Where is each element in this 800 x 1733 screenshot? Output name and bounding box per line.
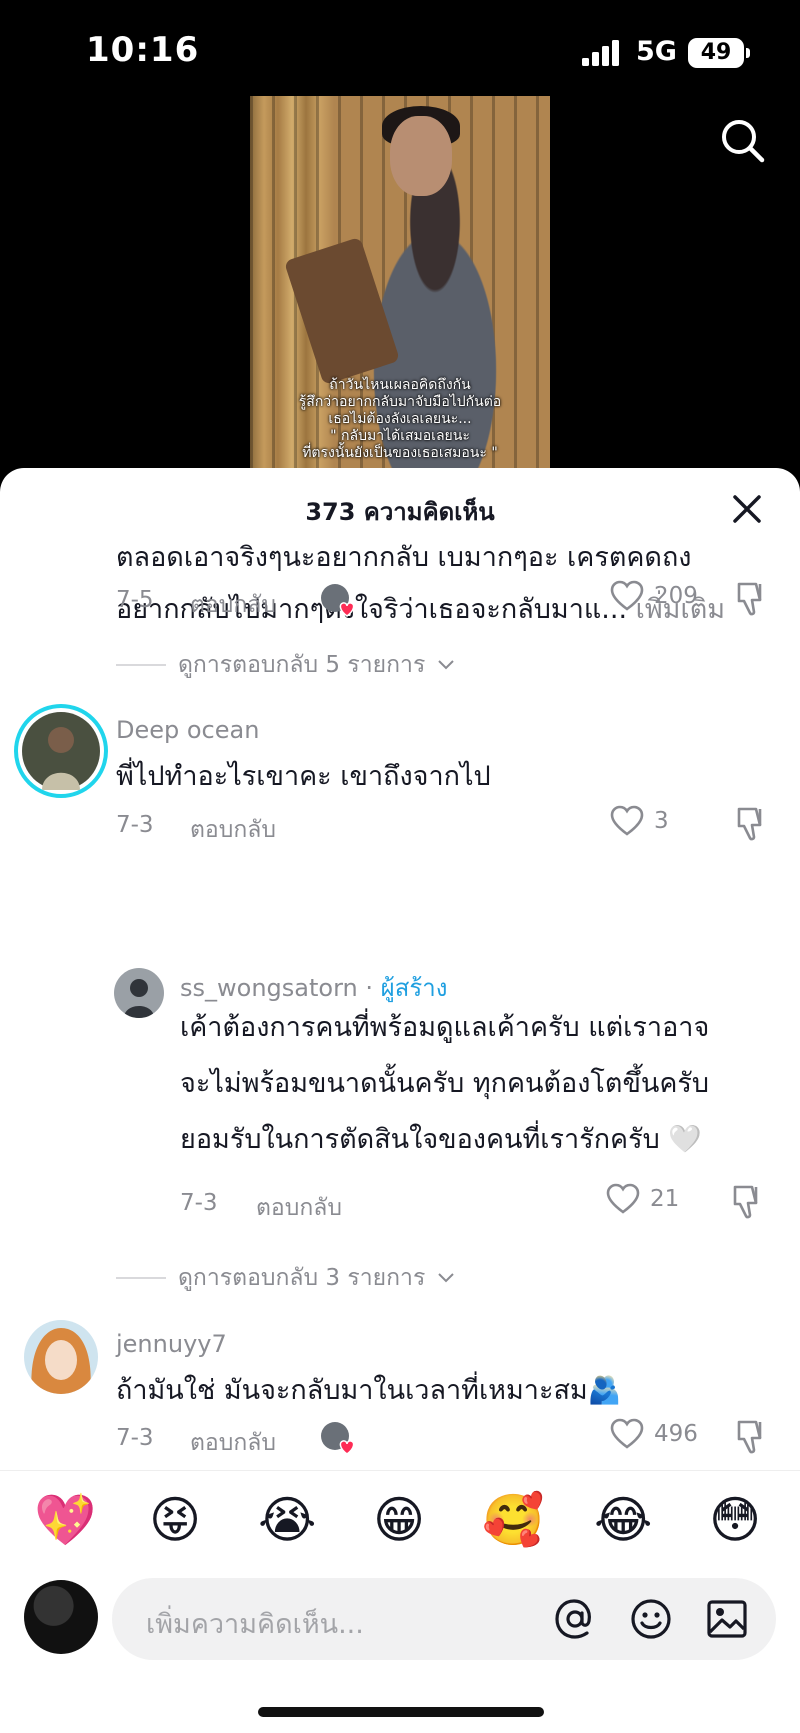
reply-button[interactable]: ตอบกลับ xyxy=(190,1425,276,1461)
comment-input-row: เพิ่มความคิดเห็น... xyxy=(0,1570,800,1690)
comment-text: จะไม่พร้อมขนาดนั้นครับ ทุกคนต้องโตขึ้นคร… xyxy=(180,1068,710,1099)
avatar-image xyxy=(24,1320,98,1394)
avatar[interactable] xyxy=(114,968,164,1018)
image-icon[interactable] xyxy=(704,1596,750,1642)
caption-line: เธอไม่ต้องลังเลเลยนะ... xyxy=(328,411,472,427)
creator-liked-avatar xyxy=(321,1422,355,1455)
caption-line: รู้สึกว่าอยากกลับมาจับมือไปกันต่อ xyxy=(298,394,502,410)
emoji-sparkling-heart[interactable]: 💖 xyxy=(34,1491,96,1549)
like-count: 21 xyxy=(650,1186,680,1212)
battery-icon: 49 xyxy=(688,38,750,68)
avatar[interactable] xyxy=(14,704,108,798)
dislike-icon[interactable] xyxy=(732,805,770,843)
divider-line xyxy=(116,664,166,666)
creator-liked-avatar xyxy=(321,584,355,617)
emoji-tears-of-joy[interactable]: 😂 xyxy=(594,1491,652,1549)
like-count: 496 xyxy=(654,1421,698,1447)
like-button[interactable]: 209 xyxy=(610,580,698,612)
comment-text: เค้าต้องการคนที่พร้อมดูแลเค้าครับ แต่เรา… xyxy=(180,1012,710,1043)
caption-line: ที่ตรงนั้นยังเป็นของเธอเสมอนะ " xyxy=(302,445,498,461)
reply-button[interactable]: ตอบกลับ xyxy=(256,1190,342,1226)
comment-input-placeholder: เพิ่มความคิดเห็น... xyxy=(146,1609,364,1640)
search-icon[interactable] xyxy=(718,116,768,166)
status-time: 10:16 xyxy=(86,30,200,70)
comments-count-title: 373 ความคิดเห็น xyxy=(305,498,495,526)
close-icon[interactable] xyxy=(728,490,766,528)
comment-username[interactable]: ss_wongsatorn xyxy=(180,974,358,1002)
signal-icon xyxy=(582,40,619,66)
comment-username[interactable]: Deep ocean xyxy=(116,716,259,744)
comment-date: 7-3 xyxy=(116,1425,154,1451)
video-caption: ถ้าวันไหนเผลอคิดถึงกัน รู้สึกว่าอยากกลับ… xyxy=(250,377,550,462)
video-person-face xyxy=(390,116,452,196)
avatar-image xyxy=(114,968,164,1018)
caption-line: ถ้าวันไหนเผลอคิดถึงกัน xyxy=(329,377,471,393)
comment-text: พี่ไปทำอะไรเขาคะ เขาถึงจากไป xyxy=(116,761,491,792)
like-count: 3 xyxy=(654,808,669,834)
username-separator: · xyxy=(365,974,374,1002)
reply-button[interactable]: ตอบกลับ xyxy=(190,587,276,623)
my-avatar[interactable] xyxy=(24,1580,98,1654)
emoji-quick-bar: 💖 😝 😭 😁 🥰 😂 😳 xyxy=(0,1470,800,1570)
dislike-icon[interactable] xyxy=(732,580,770,618)
video-player[interactable]: ถ้าวันไหนเผลอคิดถึงกัน รู้สึกว่าอยากกลับ… xyxy=(250,96,550,468)
comment-date: 7-3 xyxy=(180,1190,218,1216)
comment-text: ถ้ามันใช่ มันจะกลับมาในเวลาที่เหมาะสม🫂 xyxy=(116,1375,622,1406)
reply-button[interactable]: ตอบกลับ xyxy=(190,812,276,848)
view-replies-label: ดูการตอบกลับ 5 รายการ xyxy=(178,652,426,678)
heart-icon xyxy=(610,1418,644,1449)
heart-icon xyxy=(610,580,644,611)
like-button[interactable]: 496 xyxy=(610,1418,698,1450)
like-button[interactable]: 21 xyxy=(606,1183,679,1215)
chevron-down-icon xyxy=(438,1273,455,1283)
battery-level: 49 xyxy=(700,40,732,65)
mention-icon[interactable] xyxy=(552,1596,598,1642)
heart-icon xyxy=(610,805,644,836)
home-indicator xyxy=(258,1707,544,1717)
avatar[interactable] xyxy=(24,1320,98,1394)
comment-username[interactable]: jennuyy7 xyxy=(116,1330,227,1358)
emoji-crying[interactable]: 😭 xyxy=(258,1491,316,1549)
emoji-flushed[interactable]: 😳 xyxy=(706,1491,764,1549)
comment-text: ตลอดเอาจริงๆนะอยากกลับ เบมากๆอะ เครตคดถง xyxy=(116,542,692,573)
status-bar: 10:16 5G 49 xyxy=(0,0,800,100)
view-replies-label: ดูการตอบกลับ 3 รายการ xyxy=(178,1265,426,1291)
like-button[interactable]: 3 xyxy=(610,805,669,837)
caption-line: " กลับมาได้เสมอเลยนะ xyxy=(330,428,470,444)
avatar-image xyxy=(22,712,100,790)
like-count: 209 xyxy=(654,583,698,609)
creator-badge: ผู้สร้าง xyxy=(380,974,448,1002)
emoji-hearts-face[interactable]: 🥰 xyxy=(482,1491,544,1549)
emoji-picker-icon[interactable] xyxy=(628,1596,674,1642)
heart-icon xyxy=(606,1183,640,1214)
emoji-squinting-tongue[interactable]: 😝 xyxy=(146,1491,204,1549)
network-type: 5G xyxy=(636,36,677,67)
comment-date: 7-3 xyxy=(116,812,154,838)
comments-header: 373 ความคิดเห็น xyxy=(0,468,800,538)
comment-date: 7-5 xyxy=(116,587,154,613)
comment-text: ยอมรับในการตัดสินใจของคนที่เรารักครับ 🤍 xyxy=(180,1124,702,1155)
dislike-icon[interactable] xyxy=(728,1183,766,1221)
dislike-icon[interactable] xyxy=(732,1418,770,1456)
emoji-grin[interactable]: 😁 xyxy=(370,1491,428,1549)
divider-line xyxy=(116,1277,166,1279)
comment-input[interactable]: เพิ่มความคิดเห็น... xyxy=(112,1578,776,1660)
view-replies-button[interactable]: ดูการตอบกลับ 5 รายการ xyxy=(116,647,455,683)
view-replies-button[interactable]: ดูการตอบกลับ 3 รายการ xyxy=(116,1260,455,1296)
chevron-down-icon xyxy=(438,660,455,670)
